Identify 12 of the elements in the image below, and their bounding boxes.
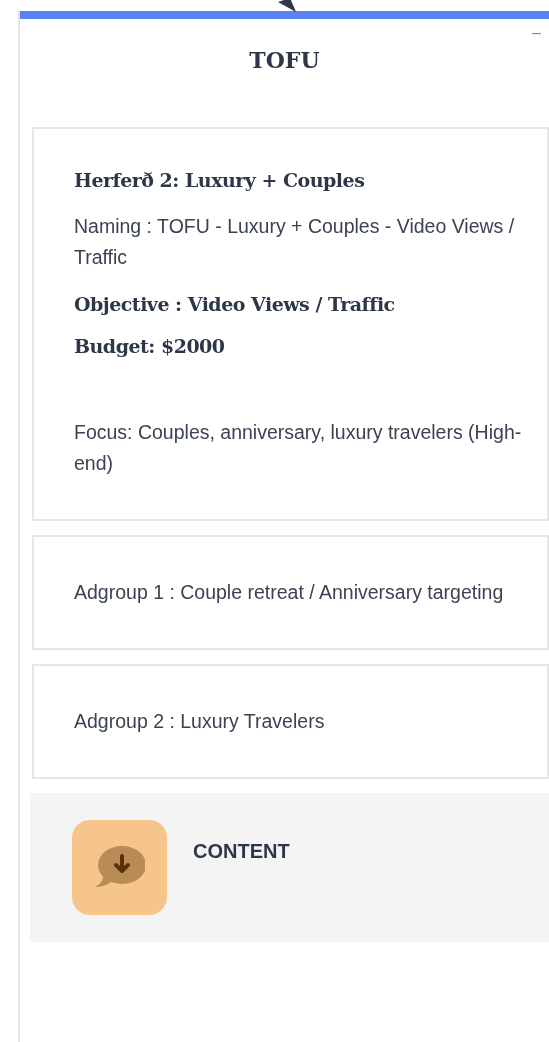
card-text: Naming : TOFU - Luxury + Couples - Video Views / Traffic (74, 214, 516, 270)
card-text: Adgroup 2 : Luxury Travelers (74, 709, 326, 734)
chat-download-icon (72, 820, 167, 915)
card-text: Adgroup 1 : Couple retreat / Anniversary targeting (74, 580, 505, 605)
content-label: CONTENT (193, 840, 290, 863)
arrow-head-icon (276, 0, 298, 12)
card-text: Focus: Couples, anniversary, luxury travelers (High-end) (74, 420, 523, 476)
minimize-button[interactable]: – (532, 25, 541, 41)
card-heading: Objective : Video Views / Traffic (74, 293, 396, 315)
card-heading: Budget: $2000 (74, 335, 226, 357)
panel-title: TOFU (249, 47, 320, 75)
card-heading: Herferð 2: Luxury + Couples (74, 169, 366, 191)
